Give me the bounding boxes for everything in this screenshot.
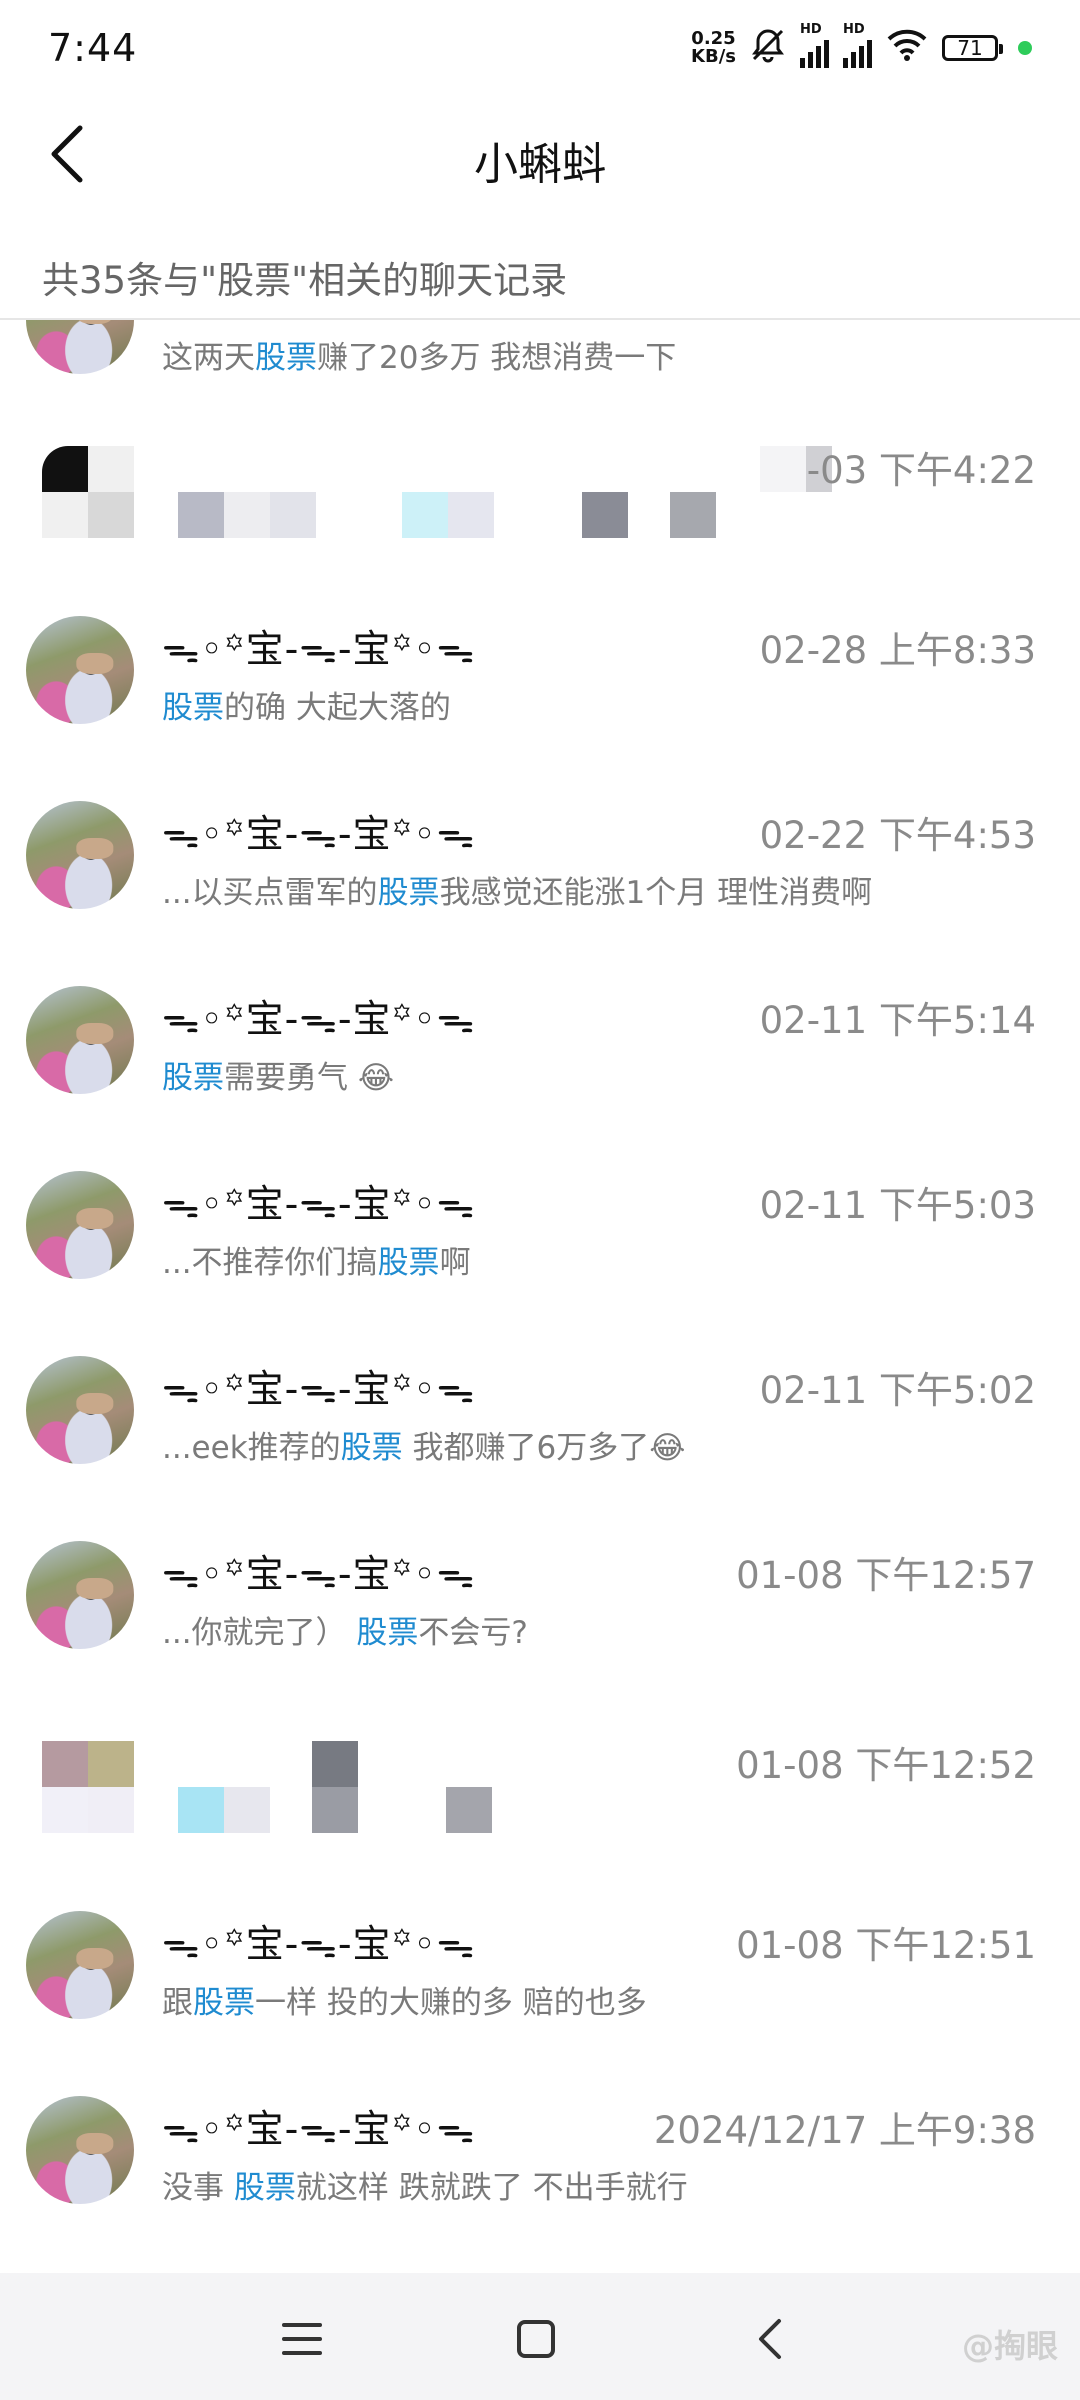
avatar	[26, 1171, 134, 1279]
sender-name: ᯓ◦꙳宝-ᯓ-宝꙳◦ᯓ	[162, 1367, 476, 1411]
wifi-icon	[886, 27, 928, 70]
nav-bar: 小蝌蚪	[0, 96, 1080, 216]
keyword-highlight: 股票	[377, 1245, 440, 1281]
message-preview: ...你就完了） 股票不会亏?	[162, 1615, 528, 1651]
keyword-highlight: 股票	[356, 1615, 419, 1651]
menu-button[interactable]	[272, 2309, 332, 2369]
message-time: 01-08 下午12:51	[736, 1924, 1036, 1967]
message-time: 02-11 下午5:03	[759, 1184, 1036, 1227]
sender-name: ᯓ◦꙳宝-ᯓ-宝꙳◦ᯓ	[162, 627, 476, 671]
message-preview: 没事 股票就这样 跌就跌了 不出手就行	[162, 2170, 688, 2206]
list-item[interactable]: ᯓ◦꙳宝-ᯓ-宝꙳◦ᯓ 02-11 下午5:03 ...不推荐你们搞股票啊	[0, 1171, 1080, 1356]
message-time: 2024/12/17 上午9:38	[653, 2109, 1036, 2152]
keyword-highlight: 股票	[255, 340, 317, 376]
avatar	[26, 986, 134, 1094]
privacy-indicator-dot	[1018, 41, 1032, 55]
avatar	[26, 616, 134, 724]
list-item[interactable]: ᯓ◦꙳宝-ᯓ-宝꙳◦ᯓ 02-11 下午5:14 股票需要勇气 😂	[0, 986, 1080, 1171]
sender-name: ᯓ◦꙳宝-ᯓ-宝꙳◦ᯓ	[162, 1552, 476, 1596]
status-bar: 7:44 0.25 KB/s HD HD 71	[0, 0, 1080, 96]
message-time: 02-11 下午5:14	[759, 999, 1036, 1042]
message-preview: 这两天股票赚了20多万 我想消费一下	[162, 340, 677, 376]
menu-icon	[282, 2323, 322, 2355]
sender-name: ᯓ◦꙳宝-ᯓ-宝꙳◦ᯓ	[162, 812, 476, 856]
list-item[interactable]: 这两天股票赚了20多万 我想消费一下	[0, 318, 1080, 451]
search-summary-bar: 共35条与"股票"相关的聊天记录	[0, 238, 1080, 320]
list-item[interactable]: ᯓ◦꙳宝-ᯓ-宝꙳◦ᯓ 02-28 上午8:33 股票的确 大起大落的	[0, 616, 1080, 801]
keyword-highlight: 股票	[162, 1060, 224, 1096]
keyword-highlight: 股票	[377, 875, 440, 911]
system-back-button[interactable]	[740, 2309, 800, 2369]
status-time: 7:44	[48, 26, 138, 70]
sender-name: ᯓ◦꙳宝-ᯓ-宝꙳◦ᯓ	[162, 1182, 476, 1226]
list-item[interactable]: 01-08 下午12:52	[0, 1731, 1080, 1916]
sender-name: ᯓ◦꙳宝-ᯓ-宝꙳◦ᯓ	[162, 1922, 476, 1966]
keyword-highlight: 股票	[162, 690, 224, 726]
message-time: 02-28 上午8:33	[759, 629, 1036, 672]
keyword-highlight: 股票	[233, 2170, 296, 2206]
list-item[interactable]: ᯓ◦꙳宝-ᯓ-宝꙳◦ᯓ 2024/12/17 上午9:38 没事 股票就这样 跌…	[0, 2096, 1080, 2273]
avatar	[26, 801, 134, 909]
network-speed: 0.25 KB/s	[691, 28, 736, 67]
chevron-left-icon	[759, 2319, 781, 2359]
avatar	[26, 1541, 134, 1649]
search-summary: 共35条与"股票"相关的聊天记录	[42, 259, 568, 302]
signal-icon: HD	[800, 22, 829, 68]
avatar	[26, 1356, 134, 1464]
list-item[interactable]: ᯓ◦꙳宝-ᯓ-宝꙳◦ᯓ 01-08 下午12:57 ...你就完了） 股票不会亏…	[0, 1541, 1080, 1726]
message-preview: 股票的确 大起大落的	[162, 690, 451, 726]
keyword-highlight: 股票	[340, 1430, 403, 1466]
home-button[interactable]	[506, 2309, 566, 2369]
avatar	[26, 318, 134, 374]
message-preview: ...eek推荐的股票 我都赚了6万多了😂	[162, 1430, 686, 1466]
watermark: @掏眼	[961, 2327, 1058, 2365]
page-title: 小蝌蚪	[474, 139, 606, 190]
message-time: -03 下午4:22	[806, 449, 1036, 492]
list-item[interactable]: ᯓ◦꙳宝-ᯓ-宝꙳◦ᯓ 02-22 下午4:53 ...以买点雷军的股票我感觉还…	[0, 801, 1080, 986]
home-square-icon	[517, 2320, 555, 2358]
signal-icon: HD	[843, 22, 872, 68]
message-preview: 股票需要勇气 😂	[162, 1060, 395, 1096]
battery-icon: 71	[942, 35, 1003, 61]
message-time: 01-08 下午12:52	[736, 1744, 1036, 1787]
list-item[interactable]: ᯓ◦꙳宝-ᯓ-宝꙳◦ᯓ 01-08 下午12:51 跟股票一样 投的大赚的多 赔…	[0, 1911, 1080, 2096]
keyword-highlight: 股票	[193, 1985, 255, 2021]
message-preview: 跟股票一样 投的大赚的多 赔的也多	[162, 1985, 647, 2021]
bell-off-icon	[750, 27, 786, 69]
message-time: 02-22 下午4:53	[759, 814, 1036, 857]
avatar	[26, 2096, 134, 2204]
status-icons: 0.25 KB/s HD HD 71	[691, 22, 1032, 70]
message-preview: ...不推荐你们搞股票啊	[162, 1245, 471, 1281]
system-nav-bar: @掏眼	[0, 2273, 1080, 2400]
message-preview: ...以买点雷军的股票我感觉还能涨1个月 理性消费啊	[162, 875, 873, 911]
sender-name: ᯓ◦꙳宝-ᯓ-宝꙳◦ᯓ	[162, 2107, 476, 2151]
chat-search-results[interactable]: 这两天股票赚了20多万 我想消费一下 -03 下午4:22 ᯓ◦꙳宝-ᯓ-宝꙳◦…	[0, 318, 1080, 2273]
sender-name: ᯓ◦꙳宝-ᯓ-宝꙳◦ᯓ	[162, 997, 476, 1041]
avatar	[26, 1911, 134, 2019]
message-time: 01-08 下午12:57	[736, 1554, 1036, 1597]
list-item[interactable]: ᯓ◦꙳宝-ᯓ-宝꙳◦ᯓ 02-11 下午5:02 ...eek推荐的股票 我都赚…	[0, 1356, 1080, 1541]
list-item[interactable]: -03 下午4:22	[0, 436, 1080, 621]
message-time: 02-11 下午5:02	[759, 1369, 1036, 1412]
